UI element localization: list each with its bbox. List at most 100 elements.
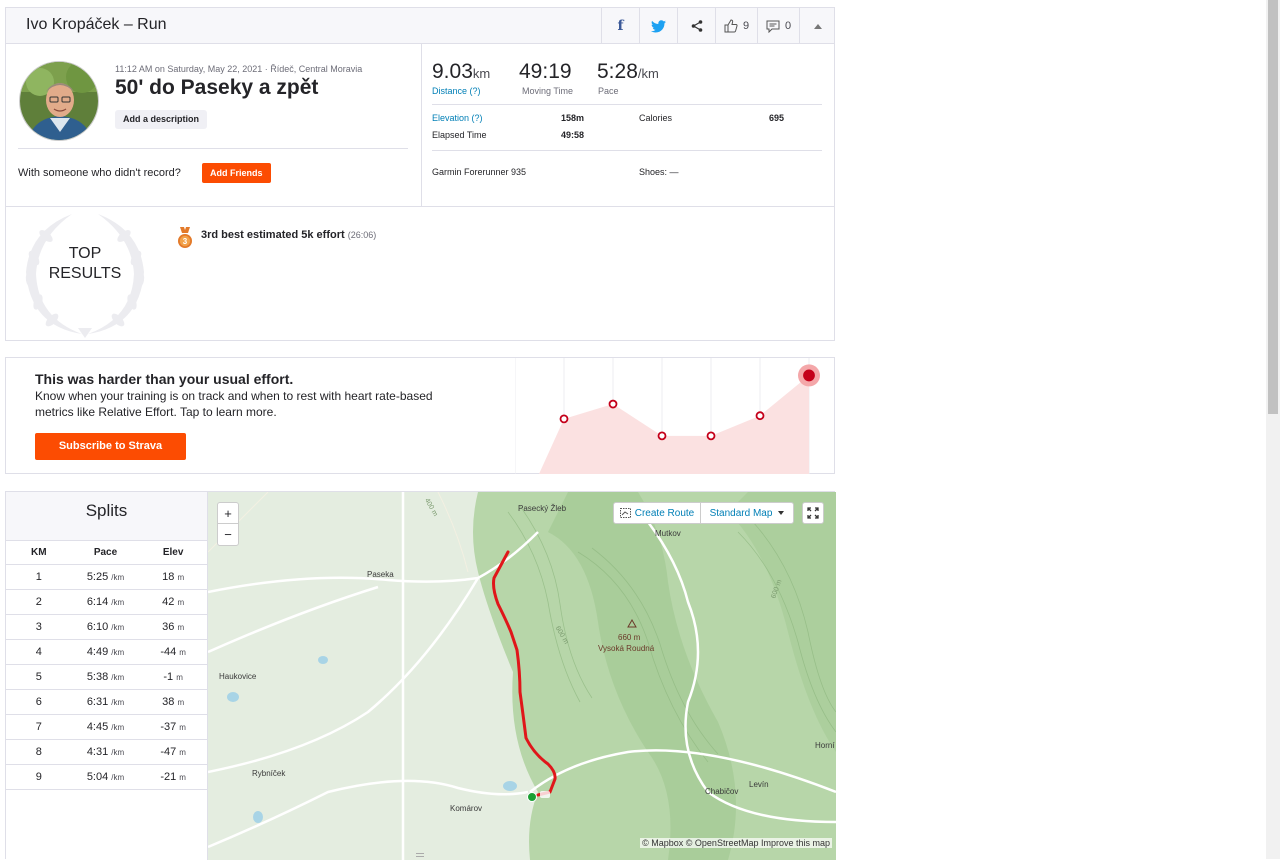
table-row[interactable]: 6 6:31 /km 38 m xyxy=(6,690,207,715)
split-pace-value: 4:49 xyxy=(86,646,109,658)
split-elev-value: 36 xyxy=(162,621,175,633)
splits-header-row: KM Pace Elev xyxy=(6,541,207,565)
header-title: Ivo Kropáček – Run xyxy=(26,16,167,33)
activity-summary-card: 11:12 AM on Saturday, May 22, 2021 · Říd… xyxy=(5,43,835,341)
split-pace-value: 4:31 xyxy=(86,746,109,758)
relative-effort-chart xyxy=(515,358,820,474)
caret-down-icon xyxy=(778,511,785,515)
twitter-share-button[interactable] xyxy=(639,8,677,44)
effort-point xyxy=(608,399,618,409)
divider xyxy=(421,44,422,206)
collapse-button[interactable] xyxy=(799,8,835,44)
divider xyxy=(6,206,834,207)
shoes-label: Shoes: — xyxy=(639,167,679,177)
athlete-photo xyxy=(20,62,98,140)
split-pace: 4:45 /km xyxy=(72,721,140,733)
elevation-label[interactable]: Elevation (?) xyxy=(432,113,483,123)
create-route-label: Create Route xyxy=(634,507,695,519)
table-row[interactable]: 8 4:31 /km -47 m xyxy=(6,740,207,765)
distance-stat: 9.03km xyxy=(432,60,490,84)
splits-map-section: Splits KM Pace Elev 1 5:25 /km 18 m 2 6:14 /… xyxy=(5,491,836,860)
with-someone-text: With someone who didn't record? xyxy=(18,167,181,179)
device-name: Garmin Forerunner 935 xyxy=(432,167,527,177)
effort-text: Know when your training is on track and … xyxy=(35,389,433,419)
divider xyxy=(432,104,822,105)
split-elev-unit: m xyxy=(177,598,185,607)
elevation-value: 158m xyxy=(561,113,585,123)
fullscreen-button[interactable] xyxy=(802,502,824,524)
drag-handle-icon[interactable] xyxy=(416,853,424,857)
effort-point xyxy=(706,431,716,441)
divider xyxy=(18,148,408,149)
split-elev-unit: m xyxy=(179,748,186,757)
split-pace-value: 4:45 xyxy=(86,721,109,733)
split-elev: -44 m xyxy=(139,646,207,658)
split-pace-value: 6:10 xyxy=(86,621,109,633)
col-pace: Pace xyxy=(93,547,118,558)
table-row[interactable]: 5 5:38 /km -1 m xyxy=(6,665,207,690)
effort-point xyxy=(657,431,667,441)
activity-header: Ivo Kropáček – Run f 9 0 xyxy=(5,7,835,44)
zoom-in-button[interactable]: + xyxy=(218,503,238,524)
label-peak-elevation: 660 m xyxy=(618,633,641,642)
split-km: 2 xyxy=(35,596,42,608)
split-elev-unit: m xyxy=(179,648,186,657)
distance-label[interactable]: Distance (?) xyxy=(432,86,481,96)
create-route-button[interactable]: Create Route xyxy=(614,503,701,523)
label-levin: Levín xyxy=(749,780,769,789)
split-elev-unit: m xyxy=(177,623,185,632)
kudos-button[interactable]: 9 xyxy=(715,8,757,44)
map-style-select[interactable]: Standard Map xyxy=(701,503,793,523)
split-pace-unit: /km xyxy=(111,573,125,582)
achievement-text: 3rd best estimated 5k effort xyxy=(201,229,345,241)
pace-unit: /km xyxy=(637,66,659,81)
comment-icon xyxy=(766,20,780,33)
map-attribution[interactable]: © Mapbox © OpenStreetMap Improve this ma… xyxy=(640,838,832,848)
split-elev: 42 m xyxy=(139,596,207,608)
calories-label: Calories xyxy=(639,113,673,123)
split-km: 7 xyxy=(35,721,42,733)
splits-panel: Splits KM Pace Elev 1 5:25 /km 18 m 2 6:14 /… xyxy=(6,492,208,860)
pace-label: Pace xyxy=(598,86,619,96)
table-row[interactable]: 7 4:45 /km -37 m xyxy=(6,715,207,740)
split-km: 5 xyxy=(35,671,42,683)
split-elev-value: -37 xyxy=(160,721,177,733)
scrollbar-thumb[interactable] xyxy=(1268,0,1278,414)
add-friends-button[interactable]: Add Friends xyxy=(202,163,271,183)
label-pasecky-zleb: Pasecký Žleb xyxy=(518,504,567,513)
col-km: KM xyxy=(31,547,47,558)
comments-button[interactable]: 0 xyxy=(757,8,799,44)
split-elev-value: 38 xyxy=(162,696,175,708)
table-row[interactable]: 9 5:04 /km -21 m xyxy=(6,765,207,790)
add-description-button[interactable]: Add a description xyxy=(115,110,208,129)
split-pace-value: 6:14 xyxy=(86,596,109,608)
table-row[interactable]: 2 6:14 /km 42 m xyxy=(6,590,207,615)
table-row[interactable]: 1 5:25 /km 18 m xyxy=(6,565,207,590)
start-marker xyxy=(527,792,537,802)
split-pace: 5:04 /km xyxy=(72,771,140,783)
split-elev: -1 m xyxy=(139,671,207,683)
kudos-count: 9 xyxy=(742,20,750,32)
route-map[interactable]: Pasecký Žleb Mutkov Paseka 660 m Vysoká … xyxy=(208,492,836,860)
split-pace: 5:25 /km xyxy=(72,571,140,583)
share-button[interactable] xyxy=(677,8,715,44)
split-pace-unit: /km xyxy=(111,673,125,682)
facebook-share-button[interactable]: f xyxy=(601,8,639,44)
label-horni: Horní xyxy=(815,741,835,750)
achievement-item[interactable]: 3rd best estimated 5k effort (26:06) xyxy=(201,229,376,241)
moving-time-value: 49:19 xyxy=(519,60,572,83)
subscribe-button[interactable]: Subscribe to Strava xyxy=(35,433,186,460)
map-style-label: Standard Map xyxy=(709,507,773,519)
table-row[interactable]: 4 4:49 /km -44 m xyxy=(6,640,207,665)
medal-rank: 3 xyxy=(183,237,188,246)
table-row[interactable]: 3 6:10 /km 36 m xyxy=(6,615,207,640)
split-pace: 4:49 /km xyxy=(72,646,140,658)
label-chabicov: Chabičov xyxy=(705,787,738,796)
distance-value: 9.03 xyxy=(432,60,473,83)
avatar[interactable] xyxy=(19,61,99,141)
distance-unit: km xyxy=(472,66,491,81)
split-km: 6 xyxy=(35,696,42,708)
scrollbar[interactable] xyxy=(1266,0,1280,859)
zoom-out-button[interactable]: − xyxy=(218,524,238,545)
split-km: 4 xyxy=(35,646,42,658)
